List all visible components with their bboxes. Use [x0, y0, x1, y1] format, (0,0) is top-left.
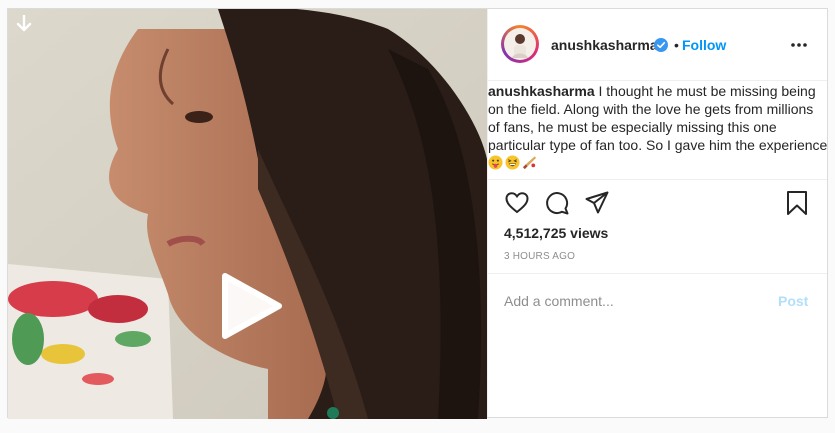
- share-icon[interactable]: [584, 190, 610, 216]
- post-comment-button[interactable]: Post: [778, 293, 808, 309]
- avatar-image: [504, 28, 536, 60]
- post-caption: anushkasharma I thought he must be missi…: [488, 82, 828, 172]
- bookmark-icon[interactable]: [784, 190, 810, 216]
- post-header: anushkasharma • Follow: [488, 9, 827, 81]
- caption-username[interactable]: anushkasharma: [488, 83, 595, 99]
- play-icon[interactable]: [219, 272, 283, 340]
- verified-badge-icon: [654, 38, 668, 52]
- heart-icon[interactable]: [504, 190, 530, 216]
- post-timestamp[interactable]: 3 HOURS AGO: [504, 251, 575, 262]
- face-with-tongue-emoji-icon: [488, 155, 503, 170]
- video-frame: [8, 9, 487, 419]
- more-options-icon[interactable]: [791, 43, 807, 47]
- cricket-bat-emoji-icon: [522, 156, 537, 170]
- username-link[interactable]: anushkasharma: [551, 37, 658, 53]
- divider: [488, 273, 827, 274]
- avatar[interactable]: [501, 25, 539, 63]
- divider: [488, 179, 827, 180]
- post-sidebar: anushkasharma • Follow anushkasharma I t…: [487, 9, 827, 417]
- follow-button[interactable]: Follow: [682, 37, 726, 53]
- comment-input[interactable]: Add a comment...: [504, 293, 614, 309]
- views-count[interactable]: 4,512,725 views: [504, 225, 608, 241]
- grinning-squinting-face-emoji-icon: [505, 155, 520, 170]
- download-arrow-icon[interactable]: [16, 15, 32, 33]
- separator-dot: •: [674, 37, 679, 53]
- action-bar: [488, 190, 827, 220]
- instagram-post: anushkasharma • Follow anushkasharma I t…: [7, 8, 828, 419]
- comment-icon[interactable]: [544, 190, 570, 216]
- video-player[interactable]: [8, 9, 487, 419]
